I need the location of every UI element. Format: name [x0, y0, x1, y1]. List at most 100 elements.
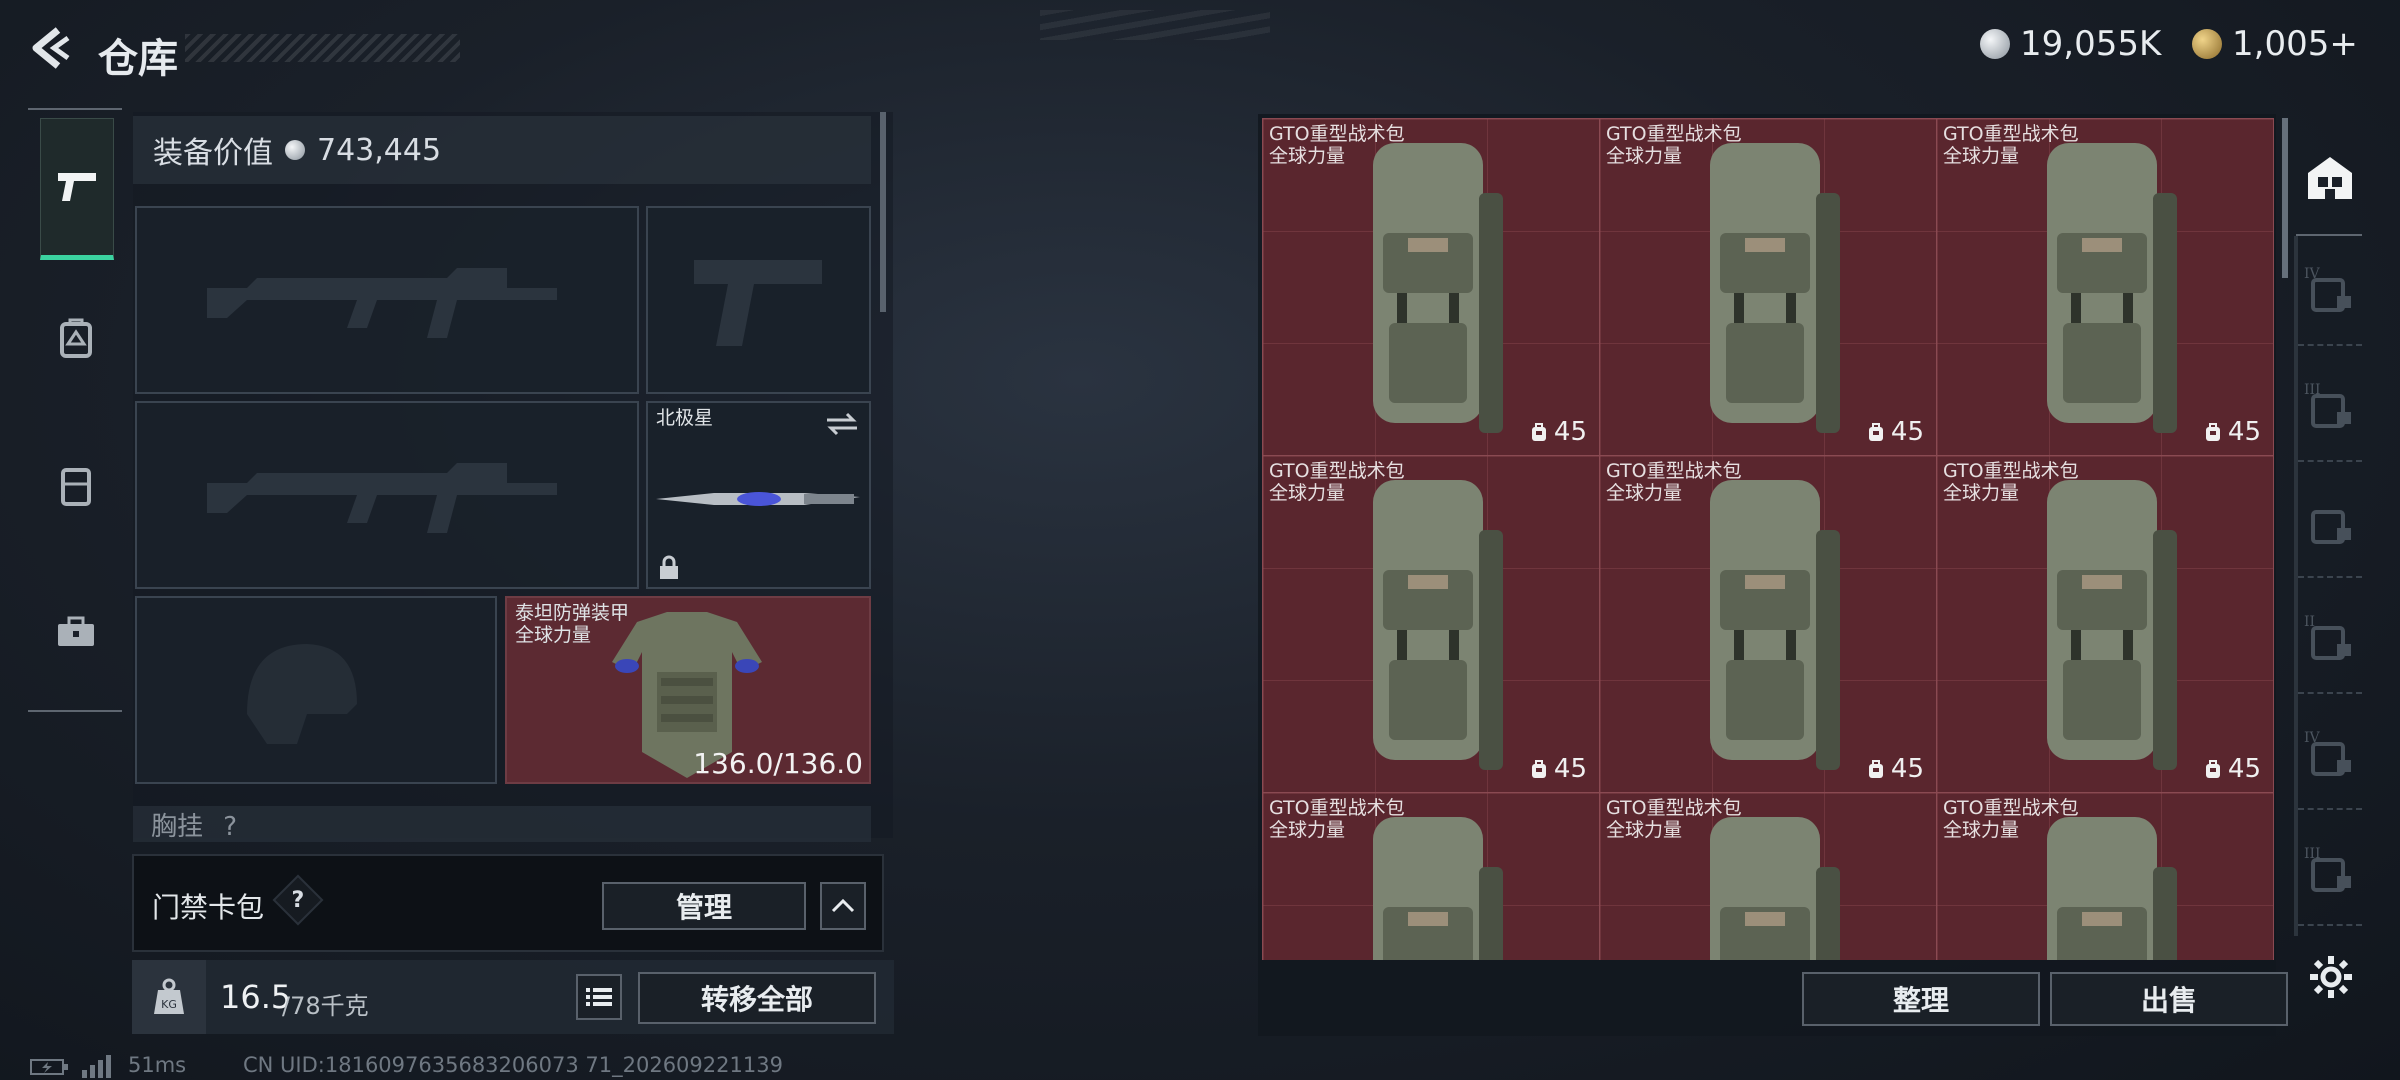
currency-silver[interactable]: 19,055K: [1980, 22, 2161, 66]
item-count: 45: [1553, 417, 1587, 447]
item-sub: 全球力量: [1943, 819, 2020, 841]
item-name: GTO重型战术包: [1943, 797, 2079, 819]
list-icon: [586, 988, 612, 1006]
keycard-label: 门禁卡包: [152, 891, 265, 924]
rail-divider: [2296, 234, 2362, 236]
equipment-value: 743,445: [317, 132, 442, 168]
pistol-silhouette-icon: [694, 260, 822, 346]
tab-tier: III: [2304, 846, 2321, 862]
equipment-scrollbar[interactable]: [880, 112, 886, 312]
sort-button[interactable]: 整理: [1802, 972, 2040, 1026]
item-label: GTO重型战术包 全球力量: [1943, 123, 2079, 167]
ping-text: 51ms: [128, 1053, 187, 1077]
gear-icon[interactable]: [2308, 954, 2354, 1000]
transfer-all-button[interactable]: 转移全部: [638, 972, 876, 1024]
sell-button[interactable]: 出售: [2050, 972, 2288, 1026]
swap-icon[interactable]: [825, 411, 859, 437]
armor-slot[interactable]: 泰坦防弹装甲 全球力量 136.0/136.0: [505, 596, 871, 784]
backpack-item-icon: [1710, 143, 1840, 433]
inventory-scrollbar[interactable]: [2282, 118, 2288, 278]
backpack-icon: [1531, 423, 1546, 441]
rail-tab-backpack[interactable]: [40, 270, 112, 406]
storage-tab[interactable]: IV: [2298, 708, 2362, 810]
inventory-item[interactable]: GTO重型战术包全球力量 45: [1599, 455, 1937, 793]
help-icon[interactable]: ?: [272, 874, 324, 926]
page-title: 仓库: [98, 36, 178, 82]
lock-icon: [660, 555, 678, 579]
inventory-item[interactable]: GTO重型战术包全球力量 45: [1936, 118, 2274, 456]
primary-weapon-slot[interactable]: [135, 206, 639, 394]
item-name: GTO重型战术包: [1606, 797, 1742, 819]
currency-gold[interactable]: 1,005+: [2192, 22, 2358, 66]
backpack-item-icon: [1373, 480, 1503, 770]
tab-tier: II: [2304, 614, 2316, 630]
tab-tier: IV: [2304, 266, 2320, 282]
inventory-item[interactable]: GTO重型战术包全球力量 45: [1262, 455, 1600, 793]
inventory-item[interactable]: GTO重型战术包全球力量45: [1936, 792, 2274, 960]
item-count-badge: 45: [1530, 417, 1587, 447]
warehouse-tab[interactable]: [2300, 148, 2360, 208]
melee-slot[interactable]: 北极星: [646, 401, 871, 589]
inventory-item[interactable]: GTO重型战术包全球力量 45: [1262, 118, 1600, 456]
storage-tab[interactable]: [2298, 476, 2362, 578]
silver-amount: 19,055K: [2020, 24, 2162, 64]
storage-tab[interactable]: III: [2298, 360, 2362, 462]
item-count-badge: 45: [2204, 754, 2261, 784]
inventory-item[interactable]: GTO重型战术包全球力量45: [1599, 118, 1937, 456]
inventory-item[interactable]: GTO重型战术包全球力量45: [1599, 792, 1937, 960]
item-count-badge: 45: [1530, 754, 1587, 784]
item-count-badge: 45: [2204, 417, 2261, 447]
signal-icon: [82, 1055, 111, 1078]
silver-coin-icon: [1980, 29, 2010, 59]
item-sub: 全球力量: [1606, 482, 1683, 504]
tab-tier: IV: [2304, 730, 2320, 746]
melee-name: 北极星: [656, 407, 714, 429]
backpack-icon: [1531, 760, 1546, 778]
weight-icon-box: KG: [132, 960, 206, 1034]
item-count-badge: 45: [1867, 417, 1924, 447]
weight-bar: KG 16.5 /78千克 转移全部: [132, 960, 894, 1034]
rail-tab-toolbox[interactable]: [40, 564, 112, 700]
item-name: GTO重型战术包: [1606, 460, 1742, 482]
inventory-item[interactable]: GTO重型战术包全球力量45: [1936, 455, 2274, 793]
rail-bottom-border: [28, 710, 122, 712]
storage-tab[interactable]: IV: [2298, 244, 2362, 346]
item-count: 45: [1553, 754, 1587, 784]
rifle-silhouette-icon: [207, 463, 557, 533]
inventory-item[interactable]: GTO重型战术包全球力量45: [1262, 792, 1600, 960]
item-sub: 全球力量: [1943, 482, 2020, 504]
back-arrow-icon[interactable]: [28, 24, 74, 72]
item-sub: 全球力量: [1269, 819, 1346, 841]
chest-rig-row[interactable]: 胸挂 ?: [133, 806, 871, 842]
rail-tab-vest[interactable]: [40, 418, 112, 554]
item-count: 45: [1890, 417, 1924, 447]
chest-label: 胸挂: [151, 812, 204, 842]
pistol-slot[interactable]: [646, 206, 871, 394]
manage-button[interactable]: 管理: [602, 882, 806, 930]
gold-coin-icon: [2192, 29, 2222, 59]
backpack-icon: [1868, 760, 1883, 778]
weight-max: /78千克: [282, 992, 369, 1020]
battery-icon: [30, 1059, 68, 1075]
secondary-weapon-slot[interactable]: [135, 401, 639, 589]
item-label: GTO重型战术包 全球力量: [1269, 460, 1405, 504]
helmet-slot[interactable]: [135, 596, 497, 784]
backpack-item-icon: [2047, 480, 2177, 770]
rail-tab-weapons[interactable]: [40, 118, 114, 260]
backpack-icon: [1868, 423, 1883, 441]
item-name: GTO重型战术包: [1269, 123, 1405, 145]
helmet-silhouette-icon: [247, 644, 357, 744]
item-label: GTO重型战术包 全球力量: [1269, 797, 1405, 841]
item-label: GTO重型战术包 全球力量: [1606, 797, 1742, 841]
gold-amount: 1,005+: [2232, 24, 2358, 64]
expand-button[interactable]: [820, 882, 866, 930]
storage-tab[interactable]: III: [2298, 824, 2362, 926]
storage-tab[interactable]: II: [2298, 592, 2362, 694]
knife-icon: [656, 492, 860, 506]
item-count: 45: [2227, 754, 2261, 784]
item-count-badge: 45: [1867, 754, 1924, 784]
item-sub: 全球力量: [1269, 145, 1346, 167]
item-sub: 全球力量: [1269, 482, 1346, 504]
list-view-button[interactable]: [576, 974, 622, 1020]
tab-tier: III: [2304, 382, 2321, 398]
